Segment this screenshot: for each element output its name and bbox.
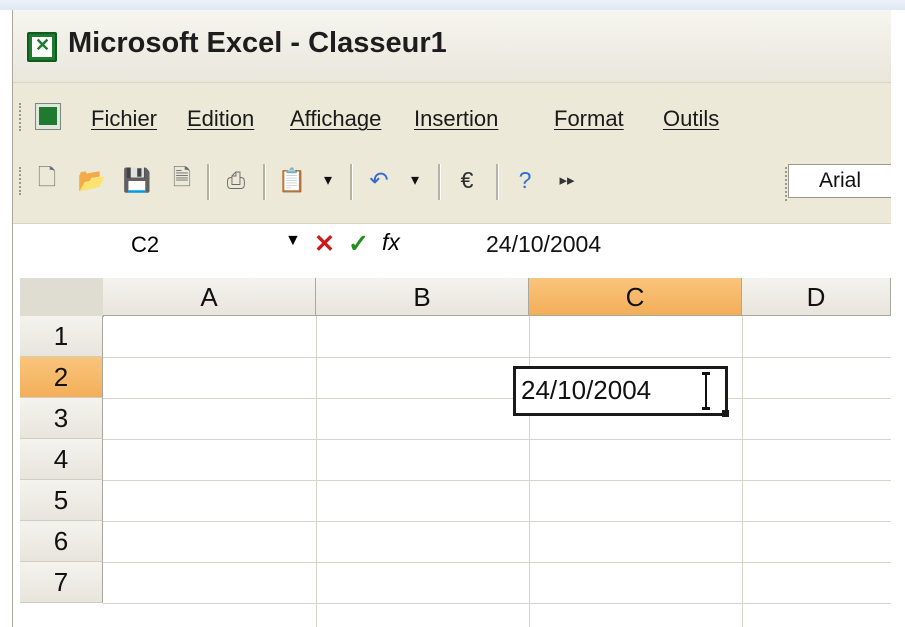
excel-window: Microsoft Excel - Classeur1 Fichier Edit… bbox=[12, 10, 891, 627]
select-all-corner[interactable] bbox=[20, 278, 104, 317]
grid-line-horizontal bbox=[103, 439, 891, 440]
menu-fichier[interactable]: Fichier bbox=[91, 106, 157, 132]
paste-dropdown-icon[interactable]: ▾ bbox=[311, 163, 345, 197]
grid-line-vertical bbox=[529, 316, 530, 627]
font-name-value: Arial bbox=[819, 169, 862, 192]
toolbar-options-icon[interactable]: ▸▸ bbox=[550, 163, 584, 197]
cancel-icon[interactable]: ✕ bbox=[314, 229, 335, 259]
column-header-c[interactable]: C bbox=[529, 278, 742, 316]
standard-toolbar: 🗋 📂 💾 🗎 ⎙ 📋 ▾ ↶ ▾ € ? ▸▸ Arial bbox=[13, 154, 891, 210]
desktop-background bbox=[0, 0, 905, 10]
undo-icon[interactable]: ↶ bbox=[362, 163, 396, 197]
new-file-icon[interactable]: 🗋 bbox=[30, 163, 64, 197]
enter-icon[interactable]: ✓ bbox=[348, 229, 369, 259]
fill-handle[interactable] bbox=[722, 410, 729, 417]
row-header-3[interactable]: 3 bbox=[20, 398, 103, 439]
grid-line-horizontal bbox=[103, 521, 891, 522]
window-title: Microsoft Excel - Classeur1 bbox=[68, 27, 447, 59]
grid-line-vertical bbox=[316, 316, 317, 627]
text-cursor-icon bbox=[697, 372, 715, 410]
workbook-menu-icon[interactable] bbox=[35, 103, 61, 130]
name-box[interactable]: C2 bbox=[131, 232, 159, 258]
toolbar-separator bbox=[350, 164, 353, 200]
row-header-2[interactable]: 2 bbox=[20, 357, 103, 398]
grid-line-vertical bbox=[742, 316, 743, 627]
grid-line-horizontal bbox=[103, 480, 891, 481]
row-header-7[interactable]: 7 bbox=[20, 562, 103, 603]
cell-c2-value: 24/10/2004 bbox=[521, 375, 652, 405]
print-icon[interactable]: ⎙ bbox=[219, 163, 253, 197]
paste-icon[interactable]: 📋 bbox=[275, 163, 309, 197]
column-header-b[interactable]: B bbox=[316, 278, 529, 316]
menu-edition[interactable]: Edition bbox=[187, 106, 254, 132]
excel-app-icon bbox=[27, 32, 57, 62]
toolbar-separator bbox=[438, 164, 441, 200]
euro-icon[interactable]: € bbox=[450, 163, 484, 197]
menu-bar: Fichier Edition Affichage Insertion Form… bbox=[13, 98, 891, 140]
toolbar-separator bbox=[496, 164, 499, 200]
menu-affichage[interactable]: Affichage bbox=[290, 106, 381, 132]
print-preview-icon[interactable]: 🗎 bbox=[165, 163, 199, 197]
title-bar: Microsoft Excel - Classeur1 bbox=[13, 10, 891, 83]
save-icon[interactable]: 💾 bbox=[120, 163, 154, 197]
menu-format[interactable]: Format bbox=[554, 106, 624, 132]
row-header-1[interactable]: 1 bbox=[20, 316, 103, 357]
grid-line-horizontal bbox=[103, 357, 891, 358]
grid-line-horizontal bbox=[103, 603, 891, 604]
toolbar-separator bbox=[207, 164, 210, 200]
menu-insertion[interactable]: Insertion bbox=[414, 106, 498, 132]
help-icon[interactable]: ? bbox=[508, 163, 542, 197]
insert-function-icon[interactable]: fx bbox=[382, 229, 400, 256]
formula-input[interactable]: 24/10/2004 bbox=[486, 231, 601, 258]
grid-line-horizontal bbox=[103, 398, 891, 399]
menu-outils[interactable]: Outils bbox=[663, 106, 719, 132]
toolbar-separator bbox=[263, 164, 266, 200]
column-header-a[interactable]: A bbox=[103, 278, 316, 316]
worksheet-grid[interactable]: A B C D 1 2 3 4 5 6 7 24/10/2004 bbox=[13, 268, 891, 627]
column-header-d[interactable]: D bbox=[742, 278, 891, 316]
grid-line-horizontal bbox=[103, 562, 891, 563]
name-box-dropdown-icon[interactable]: ▼ bbox=[285, 232, 301, 250]
row-header-5[interactable]: 5 bbox=[20, 480, 103, 521]
menu-grip[interactable] bbox=[19, 103, 25, 131]
row-header-6[interactable]: 6 bbox=[20, 521, 103, 562]
open-folder-icon[interactable]: 📂 bbox=[75, 163, 109, 197]
row-header-4[interactable]: 4 bbox=[20, 439, 103, 480]
undo-dropdown-icon[interactable]: ▾ bbox=[398, 163, 432, 197]
formula-bar: C2 ▼ ✕ ✓ fx 24/10/2004 bbox=[13, 223, 891, 269]
toolbar-grip[interactable] bbox=[19, 167, 25, 195]
